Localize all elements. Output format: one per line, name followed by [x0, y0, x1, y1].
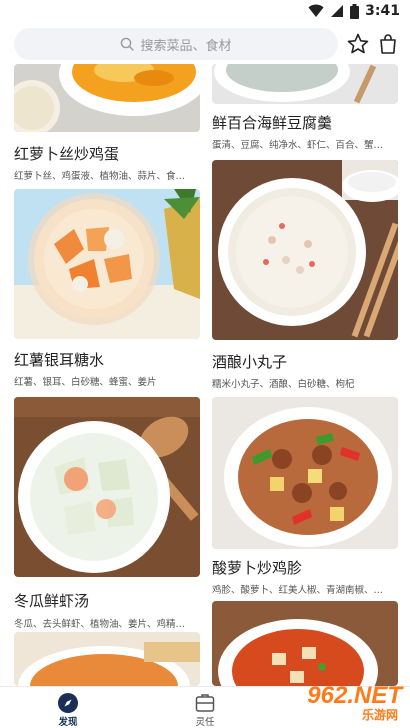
shopping-bag-icon[interactable] — [376, 32, 400, 56]
recipe-card[interactable]: 鲜百合海鲜豆腐羹 蛋清、豆腐、纯净水、虾仁、百合、蟹… — [212, 64, 398, 154]
briefcase-icon — [195, 694, 215, 712]
search-input[interactable]: 搜索菜品、食材 — [14, 28, 338, 60]
recipe-image — [14, 189, 200, 339]
recipe-ingredients: 冬瓜、去头鲜虾、植物油、姜片、鸡精… — [14, 619, 186, 630]
watermark-sub: 乐游网 — [361, 708, 398, 722]
recipe-image — [14, 64, 200, 132]
tab-discover[interactable]: 发现 — [28, 687, 108, 728]
recipe-title: 红萝卜丝炒鸡蛋 — [14, 145, 120, 163]
search-icon — [121, 37, 135, 51]
recipe-ingredients: 蛋清、豆腐、纯净水、虾仁、百合、蟹… — [212, 140, 384, 151]
recipe-card[interactable]: 酸萝卜炒鸡胗 鸡胗、酸萝卜、红美人椒、青湖南椒、… — [212, 397, 398, 596]
recipe-title: 鲜百合海鲜豆腐羹 — [212, 114, 333, 132]
watermark-logo: 962.NET 乐游网 — [282, 682, 402, 722]
recipe-card[interactable]: 红薯银耳糖水 红薯、银耳、白砂糖、蜂蜜、姜片 — [14, 189, 200, 391]
recipe-title: 酒酿小丸子 — [212, 353, 288, 371]
recipe-card[interactable] — [14, 632, 200, 686]
search-placeholder: 搜索菜品、食材 — [140, 38, 232, 54]
wifi-icon — [308, 4, 324, 17]
recipe-title: 冬瓜鲜虾汤 — [14, 592, 90, 610]
recipe-image — [212, 160, 398, 340]
recipe-title: 酸萝卜炒鸡胗 — [212, 559, 303, 577]
recipe-feed[interactable]: 红萝卜丝炒鸡蛋 红萝卜丝、鸡蛋液、植物油、蒜片、食… 鲜百合海鲜豆腐羹 蛋清、豆… — [0, 64, 410, 686]
status-bar: 3:41 — [0, 0, 410, 24]
star-icon[interactable] — [346, 32, 370, 56]
tab-lingren[interactable]: 灵任 — [165, 687, 245, 728]
recipe-ingredients: 红薯、银耳、白砂糖、蜂蜜、姜片 — [14, 377, 157, 388]
recipe-card[interactable]: 冬瓜鲜虾汤 冬瓜、去头鲜虾、植物油、姜片、鸡精… — [14, 397, 200, 630]
recipe-image — [14, 632, 200, 686]
recipe-card[interactable] — [212, 601, 398, 686]
status-icons: 3:41 — [308, 3, 400, 19]
search-row: 搜索菜品、食材 — [0, 24, 410, 64]
compass-icon — [58, 693, 78, 713]
recipe-image — [14, 397, 200, 577]
recipe-ingredients: 糯米小丸子、酒酿、白砂糖、枸杞 — [212, 379, 355, 390]
tab-label: 灵任 — [195, 717, 215, 728]
recipe-image — [212, 397, 398, 549]
status-time: 3:41 — [365, 3, 400, 19]
signal-icon — [331, 5, 344, 17]
recipe-image — [212, 601, 398, 686]
recipe-card[interactable]: 红萝卜丝炒鸡蛋 红萝卜丝、鸡蛋液、植物油、蒜片、食… — [14, 64, 200, 186]
recipe-image — [212, 64, 398, 104]
recipe-ingredients: 鸡胗、酸萝卜、红美人椒、青湖南椒、… — [212, 585, 384, 596]
recipe-ingredients: 红萝卜丝、鸡蛋液、植物油、蒜片、食… — [14, 171, 186, 182]
recipe-card[interactable]: 酒酿小丸子 糯米小丸子、酒酿、白砂糖、枸杞 — [212, 160, 398, 392]
tab-label: 发现 — [58, 717, 78, 728]
battery-icon — [350, 3, 360, 19]
recipe-title: 红薯银耳糖水 — [14, 351, 105, 369]
